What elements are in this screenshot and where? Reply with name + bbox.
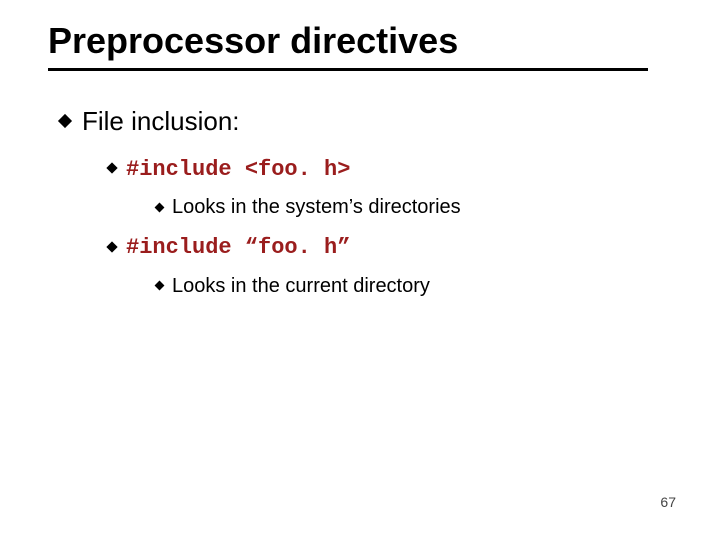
- diamond-icon: [106, 162, 117, 173]
- slide: Preprocessor directives File inclusion: …: [0, 0, 720, 540]
- bullet-text: Looks in the current directory: [172, 275, 430, 297]
- diamond-icon: [58, 114, 72, 128]
- bullet-lvl3: Looks in the system’s directories: [156, 194, 660, 221]
- code-text: #include “foo. h”: [126, 235, 350, 260]
- bullet-lvl3: Looks in the current directory: [156, 273, 660, 300]
- bullet-lvl2: #include “foo. h”: [108, 231, 660, 263]
- code-text: #include <foo. h>: [126, 157, 350, 182]
- diamond-icon: [155, 281, 165, 291]
- slide-content: File inclusion: #include <foo. h> Looks …: [60, 105, 660, 310]
- bullet-text: File inclusion:: [82, 106, 240, 136]
- diamond-icon: [106, 241, 117, 252]
- bullet-lvl1: File inclusion:: [60, 105, 660, 139]
- diamond-icon: [155, 202, 165, 212]
- title-underline: [48, 68, 648, 71]
- bullet-text: Looks in the system’s directories: [172, 196, 461, 218]
- page-number: 67: [660, 494, 676, 510]
- bullet-lvl2: #include <foo. h>: [108, 153, 660, 185]
- slide-title: Preprocessor directives: [48, 20, 458, 62]
